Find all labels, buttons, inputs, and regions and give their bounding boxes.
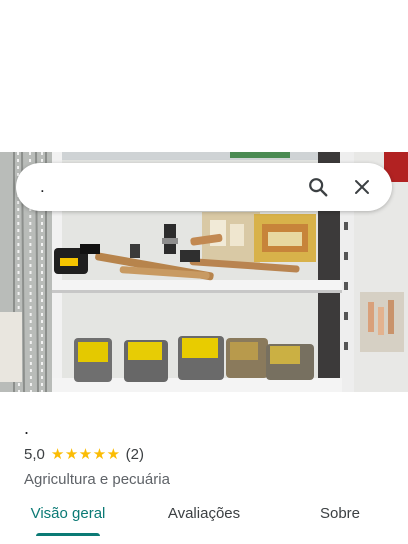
tab-label: Sobre [319,505,361,522]
tab-overview[interactable]: Visão geral [0,492,136,544]
rating-stars: ★ ★ ★ ★ ★ [51,447,121,462]
star-icon: ★ [50,445,65,463]
place-category: Agricultura e pecuária [24,471,170,488]
rating-value: 5,0 [24,445,45,463]
rating-row[interactable]: 5,0 ★ ★ ★ ★ ★ (2) [24,444,384,464]
place-tabs: Visão geral Avaliações Sobre [0,492,408,544]
review-count: (2) [125,445,144,463]
search-icon [309,178,328,197]
search-input[interactable] [16,163,296,211]
tab-reviews[interactable]: Avaliações [136,492,272,544]
star-icon: ★ [64,445,79,463]
close-icon [355,180,369,194]
search-bar [16,163,392,211]
star-icon: ★ [106,445,121,463]
tab-label: Visão geral [30,505,106,522]
place-title: . [24,418,30,438]
place-info: . 5,0 ★ ★ ★ ★ ★ (2) Agricultura e pecuár… [24,418,384,490]
tab-label: Avaliações [167,505,241,522]
clear-button[interactable] [340,163,384,211]
tab-about[interactable]: Sobre [272,492,408,544]
star-icon: ★ [78,445,93,463]
place-screen: . 5,0 ★ ★ ★ ★ ★ (2) Agricultura e pecuár… [0,0,408,544]
active-tab-indicator [36,533,100,536]
star-icon: ★ [92,445,107,463]
search-button[interactable] [296,163,340,211]
